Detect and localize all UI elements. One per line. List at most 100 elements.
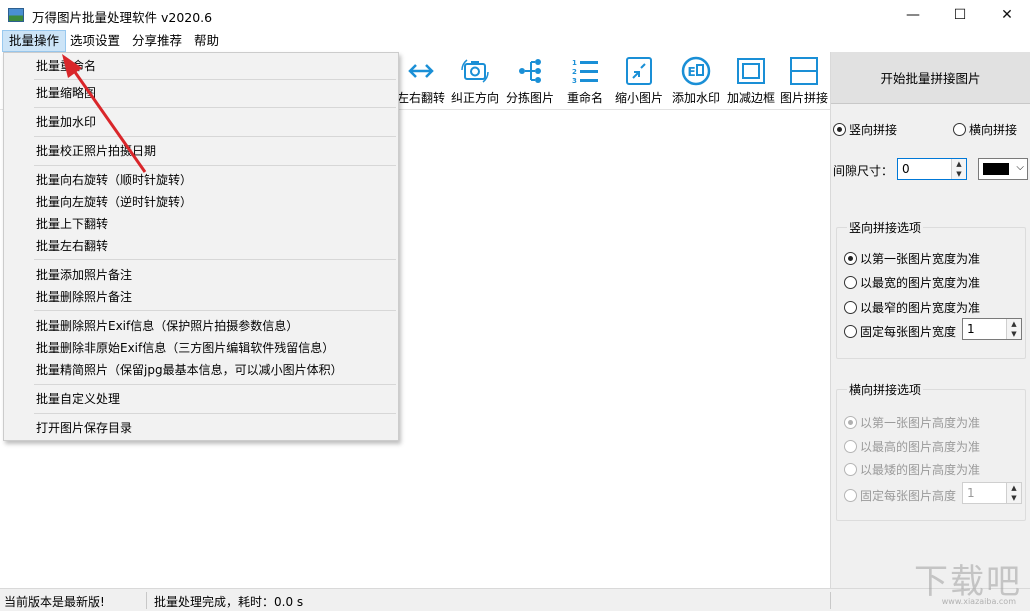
site-watermark: 下载吧	[914, 562, 1022, 602]
tool-stitch[interactable]: 图片拼接	[779, 56, 829, 108]
gap-size-value: 0	[902, 162, 910, 176]
svg-text:3: 3	[572, 77, 577, 85]
menu-batch-flip-vertical[interactable]: 批量上下翻转	[4, 214, 398, 234]
radio-label: 横向拼接	[969, 123, 1018, 137]
camera-rotate-icon	[461, 59, 489, 83]
radio-label: 以第一张图片宽度为准	[860, 252, 981, 266]
spinner-arrows[interactable]: ▲ ▼	[1006, 319, 1021, 339]
radio-widest-width[interactable]: 以最宽的图片宽度为准	[844, 274, 980, 291]
menu-separator	[34, 384, 396, 385]
split-layout-icon	[790, 57, 818, 85]
status-bar: 当前版本是最新版! 批量处理完成，耗时：0.0 s	[0, 588, 1030, 611]
menu-separator	[34, 310, 396, 311]
tool-border[interactable]: 加减边框	[725, 56, 777, 108]
menu-batch-slim-photos[interactable]: 批量精简照片（保留jpg最基本信息，可以减小图片体积）	[4, 360, 398, 380]
batch-ops-dropdown: 批量重命名 批量缩略图 批量加水印 批量校正照片拍摄日期 批量向右旋转（顺时针旋…	[3, 52, 399, 441]
radio-first-width[interactable]: 以第一张图片宽度为准	[844, 250, 980, 267]
radio-label: 以最高的图片高度为准	[860, 440, 981, 454]
menu-separator	[34, 165, 396, 166]
menu-batch-rotate-right[interactable]: 批量向右旋转（顺时针旋转）	[4, 170, 398, 190]
radio-dot	[844, 440, 857, 453]
radio-shortest-height[interactable]: 以最矮的图片高度为准	[844, 461, 980, 478]
gap-size-spinner[interactable]: 0 ▲ ▼	[897, 158, 967, 180]
menu-batch-delete-exif[interactable]: 批量删除照片Exif信息（保护照片拍摄参数信息）	[4, 316, 398, 336]
tool-label: 加减边框	[726, 91, 775, 105]
radio-dot	[844, 301, 857, 314]
radio-tallest-height[interactable]: 以最高的图片高度为准	[844, 438, 980, 455]
tool-flip-horizontal[interactable]: 左右翻转	[396, 56, 446, 108]
menu-batch-rotate-left[interactable]: 批量向左旋转（逆时针旋转）	[4, 192, 398, 212]
radio-dot	[844, 276, 857, 289]
menu-batch-delete-note[interactable]: 批量删除照片备注	[4, 287, 398, 307]
svg-text:1: 1	[572, 59, 577, 67]
menu-batch-fix-date[interactable]: 批量校正照片拍摄日期	[4, 141, 398, 161]
menu-open-save-folder[interactable]: 打开图片保存目录	[4, 418, 398, 438]
fixed-height-spinner[interactable]: 1 ▲ ▼	[962, 482, 1022, 504]
spinner-arrows[interactable]: ▲ ▼	[1006, 483, 1021, 503]
menu-help[interactable]: 帮助	[188, 30, 225, 52]
tool-rename[interactable]: 1 2 3 重命名	[561, 56, 609, 108]
radio-dot	[844, 252, 857, 265]
spinner-arrows[interactable]: ▲ ▼	[951, 159, 966, 179]
menu-options[interactable]: 选项设置	[64, 30, 126, 52]
shrink-icon	[626, 57, 652, 85]
radio-first-height[interactable]: 以第一张图片高度为准	[844, 414, 980, 431]
menu-batch-ops[interactable]: 批量操作	[2, 30, 67, 52]
tool-label: 图片拼接	[779, 91, 828, 105]
border-frame-icon	[737, 58, 765, 84]
svg-text:E: E	[688, 65, 696, 79]
menu-separator	[34, 259, 396, 260]
radio-narrowest-width[interactable]: 以最窄的图片宽度为准	[844, 299, 980, 316]
group-title: 横向拼接选项	[847, 381, 924, 398]
radio-label: 以最窄的图片宽度为准	[860, 301, 981, 315]
gap-color-select[interactable]: ⌵	[978, 158, 1028, 180]
fixed-height-value: 1	[967, 486, 975, 500]
radio-label: 固定每张图片高度	[860, 489, 957, 503]
tool-shrink-image[interactable]: 缩小图片	[613, 56, 665, 108]
start-stitch-button[interactable]: 开始批量拼接图片	[831, 52, 1030, 104]
minimize-button[interactable]: —	[890, 0, 936, 30]
stitch-options-panel: 开始批量拼接图片 竖向拼接 横向拼接 间隙尺寸： 0 ▲ ▼ ⌵ 竖向拼接选项 以…	[830, 52, 1030, 588]
tool-label: 分拣图片	[505, 91, 554, 105]
title-bar: 万得图片批量处理软件 v2020.6 — ☐ ✕	[0, 0, 1030, 30]
radio-vertical-stitch[interactable]: 竖向拼接	[833, 121, 897, 138]
fixed-width-spinner[interactable]: 1 ▲ ▼	[962, 318, 1022, 340]
menu-batch-rename[interactable]: 批量重命名	[4, 56, 398, 76]
menu-share[interactable]: 分享推荐	[126, 30, 188, 52]
radio-fixed-width[interactable]: 固定每张图片宽度	[844, 323, 956, 340]
radio-label: 竖向拼接	[849, 123, 898, 137]
menu-separator	[34, 107, 396, 108]
tool-label: 重命名	[566, 91, 603, 105]
menu-batch-thumbnail[interactable]: 批量缩略图	[4, 83, 398, 103]
svg-text:2: 2	[572, 68, 577, 76]
numbered-list-icon: 1 2 3	[572, 59, 598, 85]
tool-add-watermark[interactable]: E 添加水印	[670, 56, 722, 108]
radio-dot	[844, 489, 857, 502]
status-divider	[830, 592, 831, 609]
radio-horizontal-stitch[interactable]: 横向拼接	[953, 121, 1017, 138]
watermark-stamp-icon: E	[681, 56, 711, 86]
tool-correct-orientation[interactable]: 纠正方向	[449, 56, 501, 108]
radio-dot	[953, 123, 966, 136]
radio-label: 以第一张图片高度为准	[860, 416, 981, 430]
app-icon	[8, 8, 24, 22]
radio-dot	[844, 325, 857, 338]
menu-separator	[34, 136, 396, 137]
radio-fixed-height[interactable]: 固定每张图片高度	[844, 487, 956, 504]
menu-batch-custom[interactable]: 批量自定义处理	[4, 389, 398, 409]
chevron-down-icon: ⌵	[1016, 162, 1024, 173]
menu-batch-delete-nonoriginal-exif[interactable]: 批量删除非原始Exif信息（三方图片编辑软件残留信息）	[4, 338, 398, 358]
menu-separator	[34, 413, 396, 414]
tool-sort-images[interactable]: 分拣图片	[504, 56, 556, 108]
tool-label: 左右翻转	[396, 91, 445, 105]
menu-batch-watermark[interactable]: 批量加水印	[4, 112, 398, 132]
radio-label: 固定每张图片宽度	[860, 325, 957, 339]
group-title: 竖向拼接选项	[847, 219, 924, 236]
gap-size-label: 间隙尺寸：	[833, 164, 894, 178]
radio-label: 以最宽的图片宽度为准	[860, 276, 981, 290]
menu-batch-flip-horizontal[interactable]: 批量左右翻转	[4, 236, 398, 256]
version-status: 当前版本是最新版!	[4, 595, 105, 609]
menu-batch-add-note[interactable]: 批量添加照片备注	[4, 265, 398, 285]
close-button[interactable]: ✕	[984, 0, 1030, 30]
maximize-button[interactable]: ☐	[937, 0, 983, 30]
